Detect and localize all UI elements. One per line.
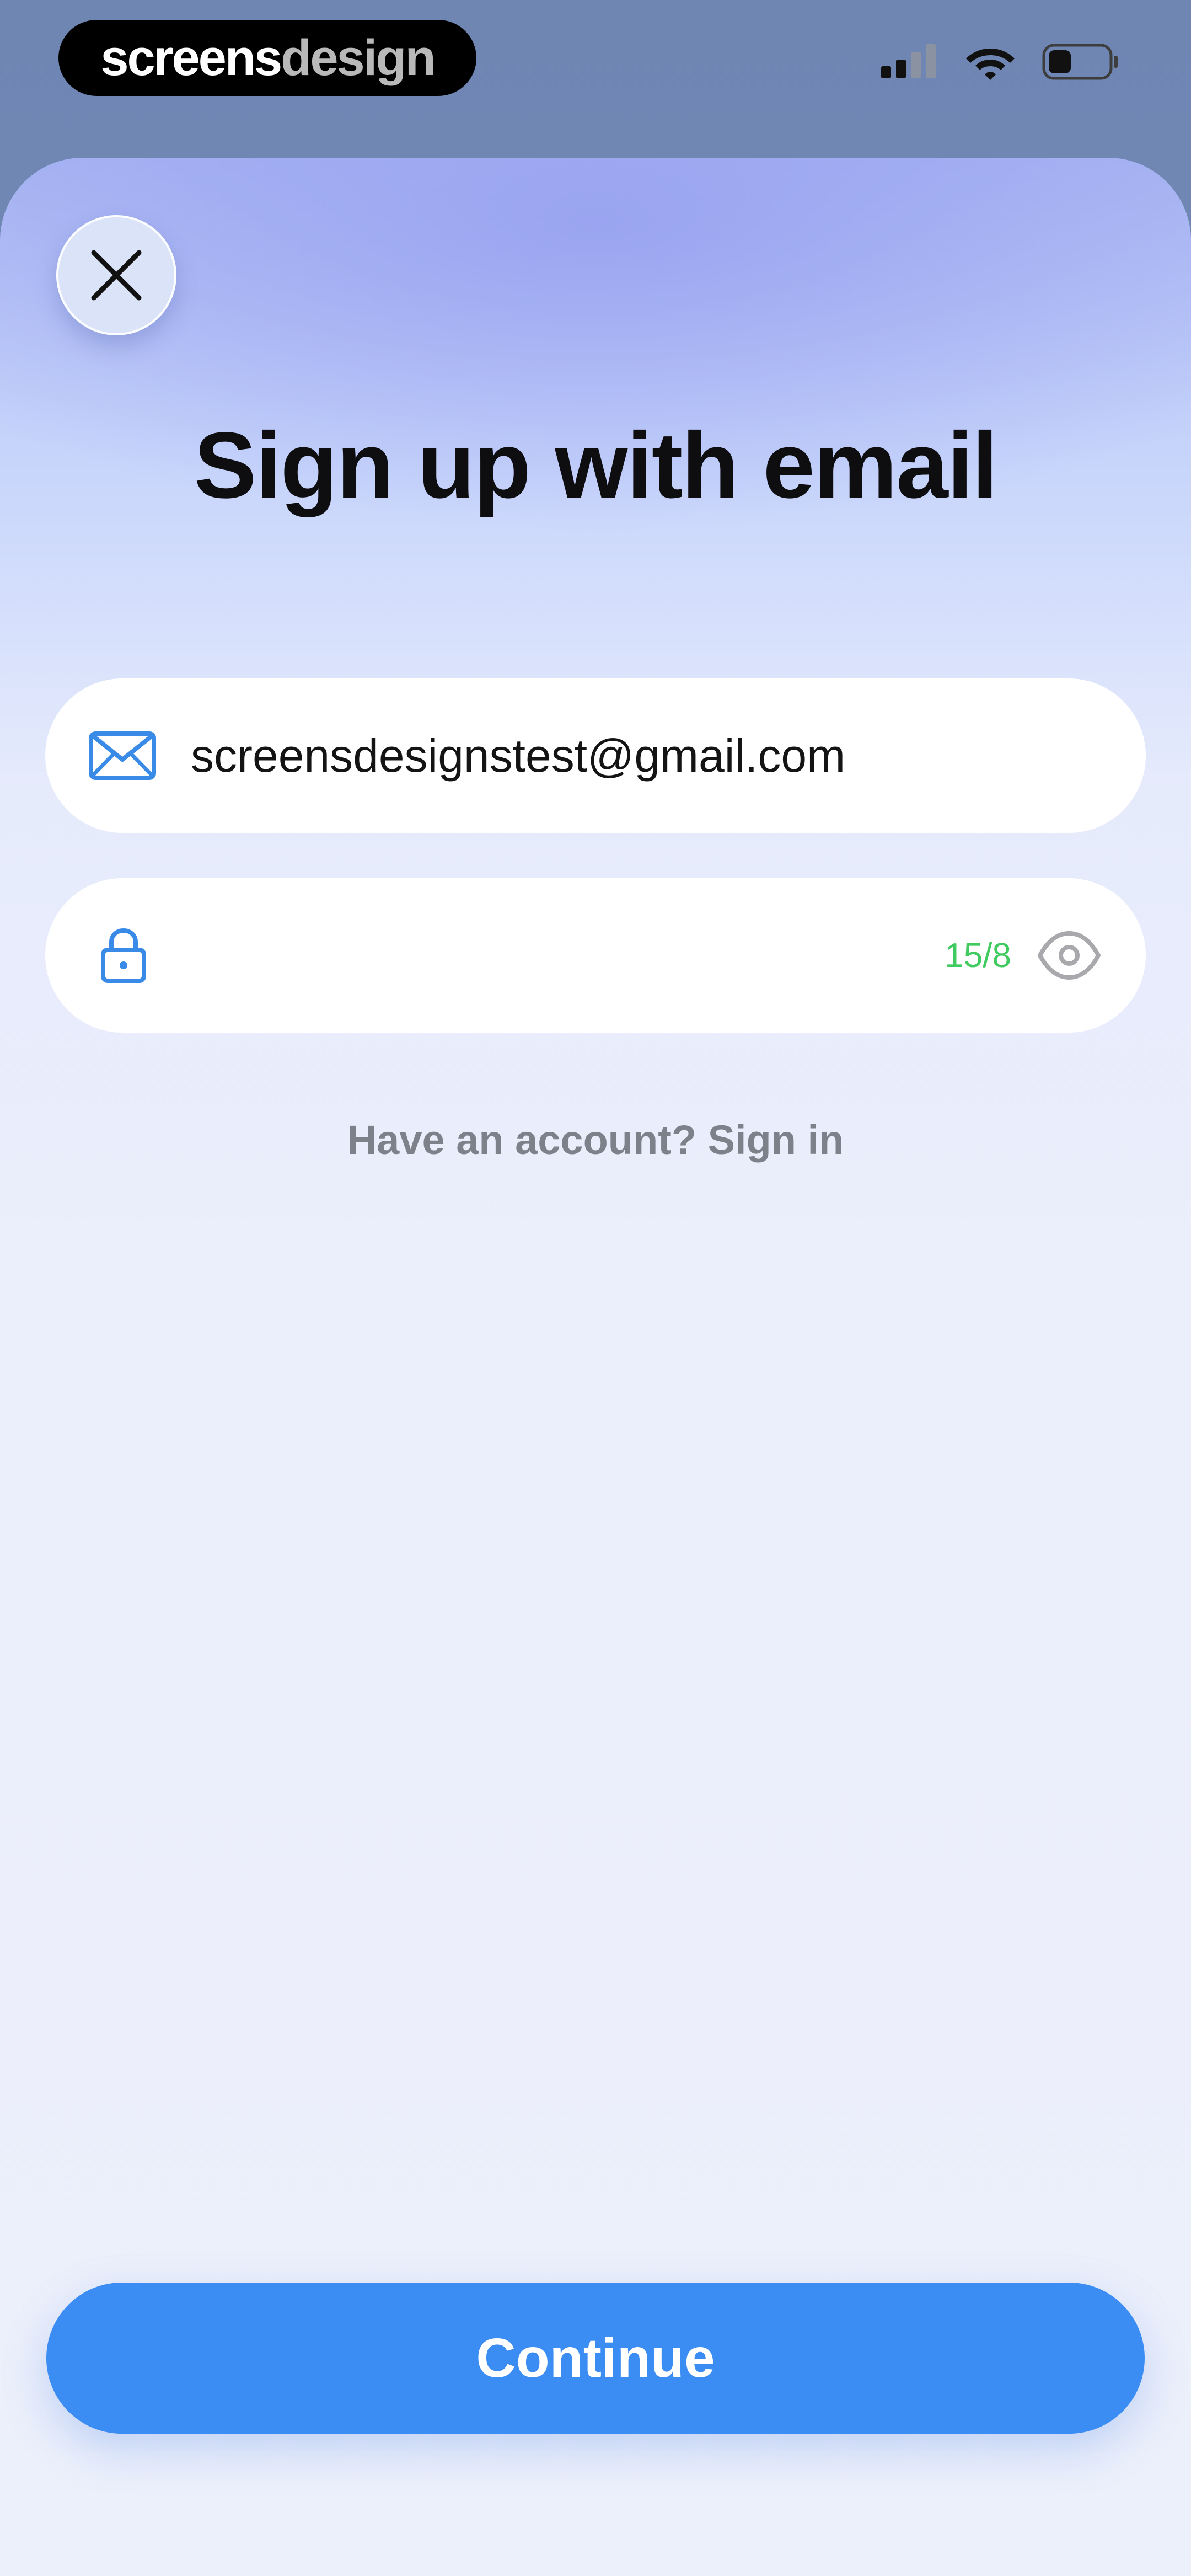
status-bar: screens design: [0, 0, 1191, 154]
status-icons: [881, 43, 1119, 81]
lock-icon: [101, 928, 146, 983]
brand-logo: screens design: [58, 20, 476, 96]
close-button[interactable]: [56, 215, 176, 335]
brand-logo-part2: design: [281, 29, 436, 86]
brand-logo-part1: screens: [100, 29, 282, 86]
sign-in-link[interactable]: Have an account? Sign in: [0, 1116, 1191, 1163]
signup-sheet: Sign up with email screensdesignstest@gm…: [0, 158, 1191, 2576]
wifi-icon: [966, 49, 1015, 80]
close-icon: [91, 250, 142, 301]
mail-icon: [89, 731, 156, 780]
eye-icon[interactable]: [1038, 926, 1101, 985]
page-title: Sign up with email: [194, 413, 998, 518]
battery-icon: [1042, 44, 1118, 80]
email-field[interactable]: screensdesignstest@gmail.com: [45, 678, 1146, 833]
password-field[interactable]: 15/8: [45, 878, 1146, 1033]
continue-button[interactable]: Continue: [46, 2283, 1145, 2434]
password-length-counter: 15/8: [945, 936, 1011, 975]
signal-icon: [881, 44, 936, 78]
email-value[interactable]: screensdesignstest@gmail.com: [191, 729, 845, 783]
